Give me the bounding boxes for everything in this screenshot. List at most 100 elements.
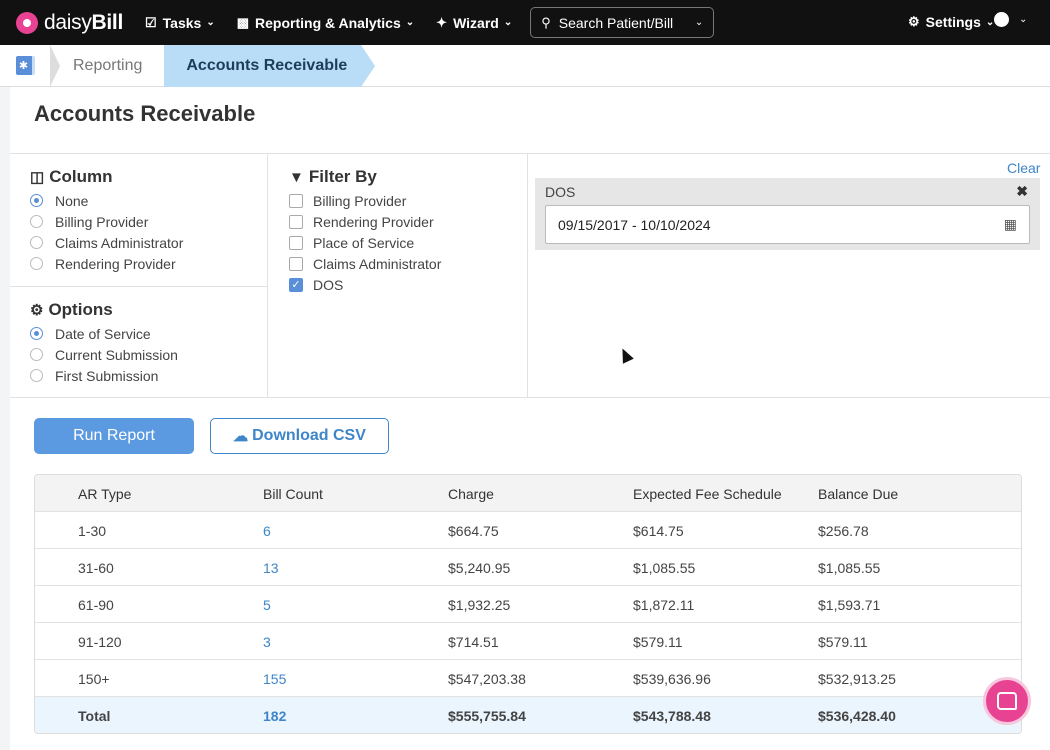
nav-settings[interactable]: ⚙ Settings ⌄ xyxy=(908,14,994,30)
total-bill-count-link[interactable]: 182 xyxy=(263,708,286,724)
charge-cell: $714.51 xyxy=(448,634,499,650)
charge-cell: $5,240.95 xyxy=(448,560,511,576)
table-row: 61-90 5 $1,932.25 $1,872.11 $1,593.71 xyxy=(35,586,1021,623)
header-ar-type[interactable]: AR Type xyxy=(78,486,131,502)
divider xyxy=(267,153,268,397)
report-panel: Accounts Receivable ◫ Column None Billin… xyxy=(10,87,1050,750)
option-date-of-service[interactable]: Date of Service xyxy=(30,323,178,344)
search-patient-bill[interactable]: ⚲ Search Patient/Bill ⌄ xyxy=(530,7,715,38)
checkbox[interactable] xyxy=(289,193,303,208)
header-charge[interactable]: Charge xyxy=(448,486,494,502)
table-row: 1-30 6 $664.75 $614.75 $256.78 xyxy=(35,512,1021,549)
divider xyxy=(10,286,267,287)
chat-launcher-button[interactable] xyxy=(983,677,1031,725)
expected-fee-cell: $1,872.11 xyxy=(633,597,695,613)
divider xyxy=(10,153,1050,154)
user-menu[interactable]: ⌄ xyxy=(994,12,1027,27)
ar-type-cell: 31-60 xyxy=(78,560,114,576)
breadcrumb-home[interactable]: ✱ xyxy=(0,45,50,87)
bill-count-link[interactable]: 3 xyxy=(263,634,271,650)
table-row: 91-120 3 $714.51 $579.11 $579.11 xyxy=(35,623,1021,660)
filter-label: Billing Provider xyxy=(313,192,407,209)
bill-count-link[interactable]: 6 xyxy=(263,523,271,539)
chevron-down-icon: ⌄ xyxy=(206,17,215,28)
bill-count-link[interactable]: 5 xyxy=(263,597,271,613)
column-option-rendering-provider[interactable]: Rendering Provider xyxy=(30,253,183,274)
nav-reporting-label: Reporting & Analytics xyxy=(255,14,401,31)
balance-due-cell: $532,913.25 xyxy=(818,671,896,687)
filter-label: Claims Administrator xyxy=(313,255,442,272)
expected-fee-cell: $579.11 xyxy=(633,634,683,650)
options-title-label: Options xyxy=(48,300,113,319)
top-nav: daisyBill ☑ Tasks ⌄ ▩ Reporting & Analyt… xyxy=(0,0,1050,45)
total-label: Total xyxy=(78,708,111,724)
dos-date-range-input[interactable]: 09/15/2017 - 10/10/2024 ▦ xyxy=(545,205,1030,244)
header-bill-count[interactable]: Bill Count xyxy=(263,486,323,502)
calendar-icon[interactable]: ▦ xyxy=(1004,216,1017,233)
filter-billing-provider[interactable]: Billing Provider xyxy=(289,190,441,211)
column-option-claims-administrator[interactable]: Claims Administrator xyxy=(30,232,183,253)
download-csv-label: Download CSV xyxy=(252,427,366,444)
daisy-flower-icon xyxy=(16,11,38,34)
option-label: Claims Administrator xyxy=(55,234,184,251)
clear-filters-link[interactable]: Clear xyxy=(1007,160,1040,176)
nav-tasks[interactable]: ☑ Tasks ⌄ xyxy=(145,15,215,31)
charge-cell: $664.75 xyxy=(448,523,499,539)
search-placeholder: Search Patient/Bill xyxy=(558,14,674,31)
checkbox[interactable] xyxy=(289,256,303,271)
option-first-submission[interactable]: First Submission xyxy=(30,365,178,386)
expected-fee-cell: $1,085.55 xyxy=(633,560,696,576)
option-label: First Submission xyxy=(55,367,159,384)
dos-filter-box: DOS ✖ 09/15/2017 - 10/10/2024 ▦ xyxy=(535,178,1040,250)
header-expected-fee-schedule[interactable]: Expected Fee Schedule xyxy=(633,486,782,502)
run-report-button[interactable]: Run Report xyxy=(34,418,194,454)
filter-rendering-provider[interactable]: Rendering Provider xyxy=(289,211,441,232)
filter-claims-administrator[interactable]: Claims Administrator xyxy=(289,253,441,274)
bill-count-link[interactable]: 13 xyxy=(263,560,279,576)
radio-button[interactable] xyxy=(30,348,43,361)
divider xyxy=(10,397,1050,398)
radio-button[interactable] xyxy=(30,327,43,340)
breadcrumb-reporting[interactable]: Reporting xyxy=(50,45,164,87)
ar-type-cell: 1-30 xyxy=(78,523,107,539)
dos-date-range-value: 09/15/2017 - 10/10/2024 xyxy=(558,216,711,233)
daisybill-logo[interactable]: daisyBill xyxy=(16,11,123,35)
option-label: Rendering Provider xyxy=(55,255,176,272)
column-title: ◫ Column xyxy=(30,167,183,187)
download-csv-button[interactable]: ☁ Download CSV xyxy=(210,418,389,454)
checkbox-checked[interactable]: ✓ xyxy=(289,277,303,292)
radio-button[interactable] xyxy=(30,194,43,207)
divider xyxy=(527,153,528,397)
column-option-billing-provider[interactable]: Billing Provider xyxy=(30,211,183,232)
checkbox[interactable] xyxy=(289,235,303,250)
filter-dos[interactable]: ✓ DOS xyxy=(289,274,441,295)
chevron-down-icon: ⌄ xyxy=(503,17,513,28)
chevron-down-icon: ⌄ xyxy=(1019,14,1028,25)
filter-place-of-service[interactable]: Place of Service xyxy=(289,232,441,253)
radio-button[interactable] xyxy=(30,236,43,249)
cloud-download-icon: ☁ xyxy=(233,428,249,445)
column-title-label: Column xyxy=(49,167,113,186)
option-current-submission[interactable]: Current Submission xyxy=(30,344,178,365)
balance-due-cell: $579.11 xyxy=(818,634,868,650)
nav-wizard[interactable]: ✦ Wizard ⌄ xyxy=(436,15,512,31)
nav-tasks-label: Tasks xyxy=(162,14,202,31)
nav-reporting[interactable]: ▩ Reporting & Analytics ⌄ xyxy=(237,15,414,31)
table-header: AR Type Bill Count Charge Expected Fee S… xyxy=(35,475,1021,512)
ar-type-cell: 61-90 xyxy=(78,597,114,613)
header-balance-due[interactable]: Balance Due xyxy=(818,486,898,502)
close-icon[interactable]: ✖ xyxy=(1016,183,1028,200)
filter-label: DOS xyxy=(313,276,344,293)
chevron-down-icon: ⌄ xyxy=(694,17,704,28)
checkbox[interactable] xyxy=(289,214,303,229)
column-option-none[interactable]: None xyxy=(30,190,183,211)
bill-count-link[interactable]: 155 xyxy=(263,671,286,687)
expected-fee-cell: $539,636.96 xyxy=(633,671,711,687)
table-row: 150+ 155 $547,203.38 $539,636.96 $532,91… xyxy=(35,660,1021,697)
home-form-icon: ✱ xyxy=(15,56,35,75)
breadcrumb: ✱ Reporting Accounts Receivable xyxy=(0,44,1050,87)
radio-button[interactable] xyxy=(30,257,43,270)
radio-button[interactable] xyxy=(30,369,43,382)
clipboard-icon: ☑ xyxy=(145,14,157,30)
radio-button[interactable] xyxy=(30,215,43,228)
